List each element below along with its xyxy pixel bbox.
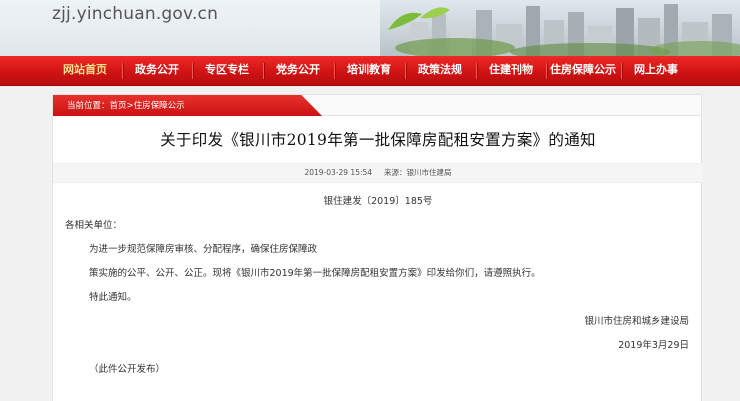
nav-divider — [122, 63, 123, 79]
signature-date: 2019年3月29日 — [618, 340, 689, 351]
article-meta: 2019-03-29 15:54 来源：银川市住建局 — [53, 163, 703, 183]
nav-policies[interactable]: 政策法规 — [407, 56, 473, 86]
body-paragraph-1: 为进一步规范保障房审核、分配程序，确保住房保障政 — [89, 244, 318, 255]
body-paragraph-3: 特此通知。 — [89, 292, 137, 303]
breadcrumb-text: 当前位置：首页>住房保障公示 — [67, 99, 185, 111]
nav-publications[interactable]: 住建刊物 — [478, 56, 544, 86]
article-source: 来源：银川市住建局 — [384, 168, 452, 177]
breadcrumb-current-link[interactable]: 住房保障公示 — [134, 101, 185, 111]
nav-party-affairs[interactable]: 党务公开 — [265, 56, 331, 86]
breadcrumb-prefix: 当前位置： — [67, 101, 110, 111]
salutation: 各相关单位： — [65, 220, 123, 231]
breadcrumb: 当前位置：首页>住房保障公示 — [53, 95, 323, 117]
nav-training[interactable]: 培训教育 — [336, 56, 402, 86]
article-panel: 关于印发《银川市2019年第一批保障房配租安置方案》的通知 2019-03-29… — [52, 116, 703, 401]
nav-housing-notice[interactable]: 住房保障公示 — [548, 56, 618, 86]
article-date: 2019-03-29 15:54 — [304, 168, 373, 177]
nav-divider — [334, 63, 335, 79]
nav-divider — [263, 63, 264, 79]
nav-divider — [546, 63, 547, 79]
document-number: 银住建发〔2019〕185号 — [323, 196, 433, 207]
body-paragraph-2: 策实施的公平、公开、公正。现将《银川市2019年第一批保障房配租安置方案》印发给… — [89, 268, 541, 279]
nav-home[interactable]: 网站首页 — [52, 56, 118, 86]
publication-note: （此件公开发布） — [89, 364, 166, 375]
site-domain: zjj.yinchuan.gov.cn — [52, 4, 219, 24]
city-skyline-image — [380, 0, 740, 56]
breadcrumb-home-link[interactable]: 首页 — [110, 101, 127, 111]
nav-divider — [405, 63, 406, 79]
nav-government-affairs[interactable]: 政务公开 — [124, 56, 190, 86]
nav-special-column[interactable]: 专区专栏 — [194, 56, 260, 86]
nav-divider — [621, 63, 622, 79]
main-nav: 网站首页 政务公开 专区专栏 党务公开 培训教育 政策法规 住建刊物 住房保障公… — [0, 56, 740, 86]
nav-online-services[interactable]: 网上办事 — [623, 56, 689, 86]
article-title: 关于印发《银川市2019年第一批保障房配租安置方案》的通知 — [160, 131, 596, 149]
site-banner: zjj.yinchuan.gov.cn — [0, 0, 740, 56]
nav-divider — [476, 63, 477, 79]
breadcrumb-separator: > — [126, 101, 134, 111]
breadcrumb-bar: 当前位置：首页>住房保障公示 — [52, 94, 702, 117]
signature-organization: 银川市住房和城乡建设局 — [584, 316, 689, 327]
nav-divider — [192, 63, 193, 79]
